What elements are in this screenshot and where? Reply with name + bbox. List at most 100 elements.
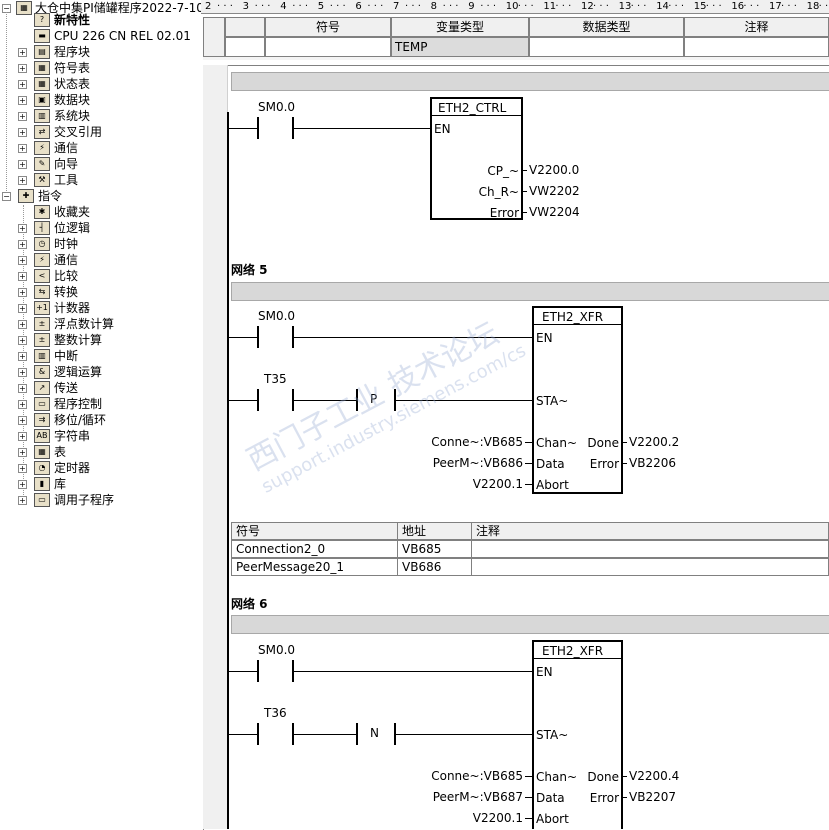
input-operand[interactable]: Conne~:VB685 (431, 769, 523, 783)
ruler-tick: 12 (581, 1, 594, 12)
contact-left[interactable] (257, 326, 259, 348)
symbol-cell: Connection2_0 (231, 540, 398, 558)
favorites-icon: ✱ (34, 205, 50, 219)
expand-icon[interactable]: + (18, 288, 27, 297)
ruler-tick: 8 (430, 1, 437, 12)
input-operand[interactable]: PeerM~:VB686 (433, 456, 523, 470)
output-operand[interactable]: V2200.4 (629, 769, 679, 783)
bit-logic-icon: ┤ (34, 221, 50, 235)
expand-icon[interactable]: + (18, 384, 27, 393)
column-header-comment[interactable]: 注释 (684, 17, 829, 37)
expand-icon[interactable]: + (18, 112, 27, 121)
output-operand[interactable]: VB2207 (629, 790, 676, 804)
tree-item-label: 整数计算 (54, 333, 103, 347)
edge-detector[interactable]: N (370, 726, 379, 740)
input-operand[interactable]: PeerM~:VB687 (433, 790, 523, 804)
expand-icon[interactable]: + (18, 416, 27, 425)
ruler-dots: · · · (405, 1, 421, 12)
wire (521, 170, 527, 171)
pin-out: Ch_R~ (478, 185, 519, 199)
edge-detector[interactable]: P (370, 392, 377, 406)
expand-icon[interactable]: + (18, 240, 27, 249)
output-operand[interactable]: VB2206 (629, 456, 676, 470)
output-operand[interactable]: VW2204 (529, 205, 580, 219)
collapse-icon[interactable]: − (2, 192, 11, 201)
ruler-tick: 3 (242, 1, 249, 12)
expand-icon[interactable]: + (18, 336, 27, 345)
var-symbol-cell[interactable] (265, 37, 391, 57)
network-comment[interactable] (231, 72, 829, 91)
eth2-xfr-box[interactable]: ETH2_XFR EN STA~ Chan~ Data Abort Done E… (532, 306, 623, 494)
expand-icon[interactable]: + (18, 304, 27, 313)
expand-icon[interactable]: + (18, 96, 27, 105)
expand-icon[interactable]: + (18, 272, 27, 281)
contact-operand[interactable]: T35 (264, 372, 287, 386)
table-icon: ▦ (34, 445, 50, 459)
expand-icon[interactable]: + (18, 48, 27, 57)
expand-icon[interactable]: + (18, 144, 27, 153)
expand-icon[interactable]: + (18, 400, 27, 409)
pin-en: EN (536, 665, 553, 679)
edge-left[interactable] (356, 389, 358, 411)
expand-icon[interactable]: + (18, 496, 27, 505)
expand-icon[interactable]: + (18, 64, 27, 73)
input-operand[interactable]: V2200.1 (473, 477, 523, 491)
contact-left[interactable] (257, 660, 259, 682)
var-type-cell[interactable]: TEMP (391, 37, 529, 57)
input-operand[interactable]: Conne~:VB685 (431, 435, 523, 449)
expand-icon[interactable]: + (18, 464, 27, 473)
address-header: 地址 (397, 522, 472, 540)
var-cell[interactable] (225, 37, 265, 57)
network-title[interactable]: 网络 6 (231, 595, 268, 612)
output-operand[interactable]: V2200.0 (529, 163, 579, 177)
interrupt-icon: ▥ (34, 349, 50, 363)
expand-icon[interactable]: + (18, 432, 27, 441)
tree-item-label: 通信 (54, 141, 79, 155)
column-header-data-type[interactable]: 数据类型 (529, 17, 684, 37)
tree-item-label: 新特性 (54, 13, 91, 27)
wire (621, 797, 627, 798)
expand-icon[interactable]: + (18, 128, 27, 137)
network-comment[interactable] (231, 615, 829, 634)
expand-icon[interactable]: + (18, 480, 27, 489)
ruler-dots: · · · (705, 1, 722, 12)
var-comment-cell[interactable] (684, 37, 829, 57)
string-icon: AB (34, 429, 50, 443)
expand-icon[interactable]: + (18, 176, 27, 185)
expand-icon[interactable]: + (18, 224, 27, 233)
expand-icon[interactable]: + (18, 160, 27, 169)
column-header-symbol[interactable]: 符号 (265, 17, 391, 37)
contact-operand[interactable]: T36 (264, 706, 287, 720)
expand-icon[interactable]: + (18, 320, 27, 329)
contact-operand[interactable]: SM0.0 (258, 309, 295, 323)
status-table-icon: ▦ (34, 77, 50, 91)
eth2-ctrl-box[interactable]: ETH2_CTRL EN CP_~ Ch_R~ Error (430, 97, 523, 220)
contact-left[interactable] (257, 389, 259, 411)
ruler-dots: · · · (480, 1, 497, 12)
expand-icon[interactable]: + (18, 80, 27, 89)
expand-icon[interactable]: + (18, 448, 27, 457)
tree-item-label: 指令 (38, 189, 63, 203)
expand-icon[interactable]: + (18, 368, 27, 377)
network-title[interactable]: 网络 5 (231, 261, 268, 278)
ruler-tick: 7 (393, 1, 400, 12)
expand-icon[interactable]: + (18, 256, 27, 265)
expand-icon[interactable]: + (18, 352, 27, 361)
column-header-var-type[interactable]: 变量类型 (391, 17, 529, 37)
input-operand[interactable]: V2200.1 (473, 811, 523, 825)
contact-left[interactable] (257, 723, 259, 745)
var-datatype-cell[interactable] (529, 37, 684, 57)
edge-left[interactable] (356, 723, 358, 745)
contact-operand[interactable]: SM0.0 (258, 643, 295, 657)
output-operand[interactable]: VW2202 (529, 184, 580, 198)
output-operand[interactable]: V2200.2 (629, 435, 679, 449)
ruler-tick: 5 (317, 1, 325, 12)
timer-icon: ◔ (34, 461, 50, 475)
contact-operand[interactable]: SM0.0 (258, 100, 295, 114)
eth2-xfr-box[interactable]: ETH2_XFR EN STA~ Chan~ Data Abort Done E… (532, 640, 623, 829)
comment-cell (471, 558, 829, 576)
contact-left[interactable] (257, 117, 259, 139)
network-comment[interactable] (231, 282, 829, 301)
ruler-tick: 18 (806, 1, 820, 12)
ruler-dots: · · · (781, 1, 797, 12)
